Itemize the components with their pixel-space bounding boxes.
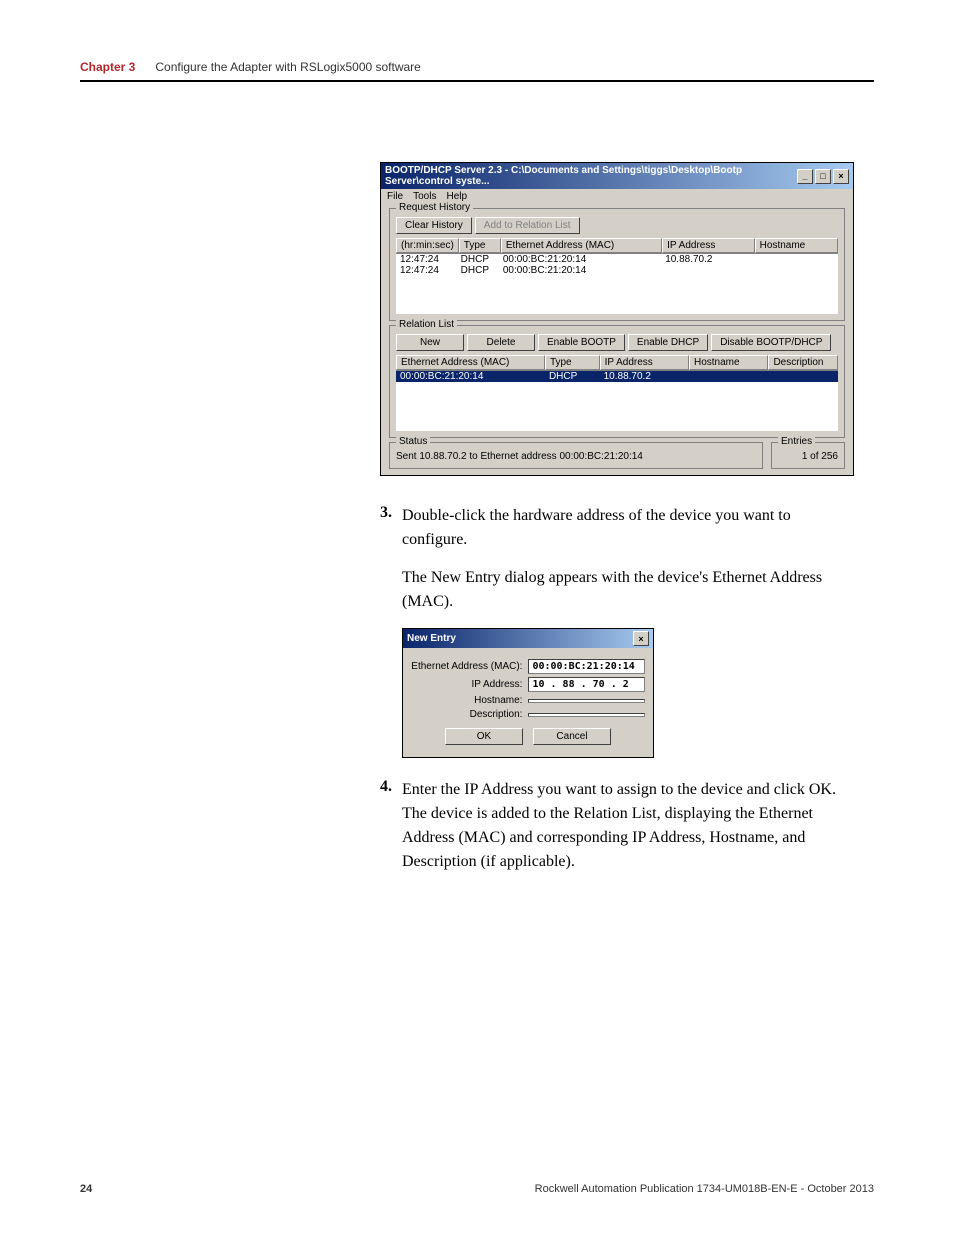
mac-label: Ethernet Address (MAC): xyxy=(411,661,528,672)
page-header: Chapter 3 Configure the Adapter with RSL… xyxy=(80,60,874,74)
enable-dhcp-button[interactable]: Enable DHCP xyxy=(628,334,708,351)
col-type[interactable]: Type xyxy=(545,355,600,370)
step-number: 3. xyxy=(380,504,402,552)
page-number: 24 xyxy=(80,1183,92,1195)
clear-history-button[interactable]: Clear History xyxy=(396,217,472,234)
new-entry-titlebar[interactable]: New Entry × xyxy=(403,629,653,648)
step-3-followup: The New Entry dialog appears with the de… xyxy=(402,566,854,614)
ok-button[interactable]: OK xyxy=(445,728,523,745)
cell-type: DHCP xyxy=(545,371,600,382)
new-entry-dialog: New Entry × Ethernet Address (MAC): 00:0… xyxy=(402,628,654,758)
bootp-title-text: BOOTP/DHCP Server 2.3 - C:\Documents and… xyxy=(385,165,797,187)
cell-ip: 10.88.70.2 xyxy=(600,371,689,382)
request-history-group: Request History Clear History Add to Rel… xyxy=(389,208,845,321)
step-text: Enter the IP Address you want to assign … xyxy=(402,778,854,874)
cell-mac: 00:00:BC:21:20:14 xyxy=(499,265,661,276)
relation-list-body[interactable]: 00:00:BC:21:20:14 DHCP 10.88.70.2 xyxy=(396,371,838,431)
relation-row[interactable]: 00:00:BC:21:20:14 DHCP 10.88.70.2 xyxy=(396,371,838,382)
close-button[interactable]: × xyxy=(633,631,649,646)
chapter-label: Chapter 3 xyxy=(80,60,135,74)
relation-list-title: Relation List xyxy=(396,319,457,330)
bootp-titlebar[interactable]: BOOTP/DHCP Server 2.3 - C:\Documents and… xyxy=(381,163,853,189)
step-number: 4. xyxy=(380,778,402,874)
ip-label: IP Address: xyxy=(411,679,528,690)
cell-ip: 10.88.70.2 xyxy=(661,254,754,265)
relation-list-header: Ethernet Address (MAC) Type IP Address H… xyxy=(396,355,838,371)
minimize-button[interactable]: _ xyxy=(797,169,813,184)
relation-list-group: Relation List New Delete Enable BOOTP En… xyxy=(389,325,845,438)
col-ip[interactable]: IP Address xyxy=(600,355,689,370)
chapter-title: Configure the Adapter with RSLogix5000 s… xyxy=(155,60,421,74)
description-input[interactable] xyxy=(528,713,645,717)
cell-type: DHCP xyxy=(457,254,499,265)
cell-desc xyxy=(768,371,838,382)
col-desc[interactable]: Description xyxy=(768,355,838,370)
menu-file[interactable]: File xyxy=(387,191,403,202)
cell-time: 12:47:24 xyxy=(396,254,457,265)
col-ip[interactable]: IP Address xyxy=(662,238,755,253)
history-row[interactable]: 12:47:24 DHCP 00:00:BC:21:20:14 xyxy=(396,265,838,276)
col-time[interactable]: (hr:min:sec) xyxy=(396,238,459,253)
new-button[interactable]: New xyxy=(396,334,464,351)
col-host[interactable]: Hostname xyxy=(755,238,838,253)
menu-tools[interactable]: Tools xyxy=(413,191,436,202)
bootp-window: BOOTP/DHCP Server 2.3 - C:\Documents and… xyxy=(380,162,854,476)
ip-input[interactable]: 10 . 88 . 70 . 2 xyxy=(528,677,645,692)
delete-button[interactable]: Delete xyxy=(467,334,535,351)
maximize-button[interactable]: □ xyxy=(815,169,831,184)
status-group: Status Sent 10.88.70.2 to Ethernet addre… xyxy=(389,442,763,469)
cell-host xyxy=(689,371,768,382)
cell-mac: 00:00:BC:21:20:14 xyxy=(396,371,545,382)
cell-time: 12:47:24 xyxy=(396,265,457,276)
new-entry-title: New Entry xyxy=(407,633,456,644)
add-relation-button[interactable]: Add to Relation List xyxy=(475,217,580,234)
publication-info: Rockwell Automation Publication 1734-UM0… xyxy=(535,1183,874,1195)
menu-help[interactable]: Help xyxy=(446,191,467,202)
step-text: Double-click the hardware address of the… xyxy=(402,504,854,552)
page-footer: 24 Rockwell Automation Publication 1734-… xyxy=(80,1183,874,1195)
entries-text: 1 of 256 xyxy=(802,451,838,462)
request-history-list[interactable]: 12:47:24 DHCP 00:00:BC:21:20:14 10.88.70… xyxy=(396,254,838,314)
col-mac[interactable]: Ethernet Address (MAC) xyxy=(501,238,662,253)
col-host[interactable]: Hostname xyxy=(689,355,768,370)
cell-ip xyxy=(661,265,754,276)
entries-title: Entries xyxy=(778,436,815,447)
status-title: Status xyxy=(396,436,430,447)
cell-mac: 00:00:BC:21:20:14 xyxy=(499,254,661,265)
entries-group: Entries 1 of 256 xyxy=(771,442,845,469)
col-mac[interactable]: Ethernet Address (MAC) xyxy=(396,355,545,370)
description-label: Description: xyxy=(411,709,528,720)
cell-host xyxy=(754,265,838,276)
col-type[interactable]: Type xyxy=(459,238,501,253)
hostname-input[interactable] xyxy=(528,699,645,703)
request-history-header: (hr:min:sec) Type Ethernet Address (MAC)… xyxy=(396,238,838,254)
enable-bootp-button[interactable]: Enable BOOTP xyxy=(538,334,625,351)
hostname-label: Hostname: xyxy=(411,695,528,706)
header-rule xyxy=(80,80,874,82)
history-row[interactable]: 12:47:24 DHCP 00:00:BC:21:20:14 10.88.70… xyxy=(396,254,838,265)
cell-host xyxy=(754,254,838,265)
request-history-title: Request History xyxy=(396,202,473,213)
status-text: Sent 10.88.70.2 to Ethernet address 00:0… xyxy=(396,451,643,462)
cancel-button[interactable]: Cancel xyxy=(533,728,611,745)
cell-type: DHCP xyxy=(457,265,499,276)
close-button[interactable]: × xyxy=(833,169,849,184)
step-3: 3. Double-click the hardware address of … xyxy=(380,504,854,552)
step-4: 4. Enter the IP Address you want to assi… xyxy=(380,778,854,874)
disable-bootp-dhcp-button[interactable]: Disable BOOTP/DHCP xyxy=(711,334,831,351)
mac-input[interactable]: 00:00:BC:21:20:14 xyxy=(528,659,645,674)
